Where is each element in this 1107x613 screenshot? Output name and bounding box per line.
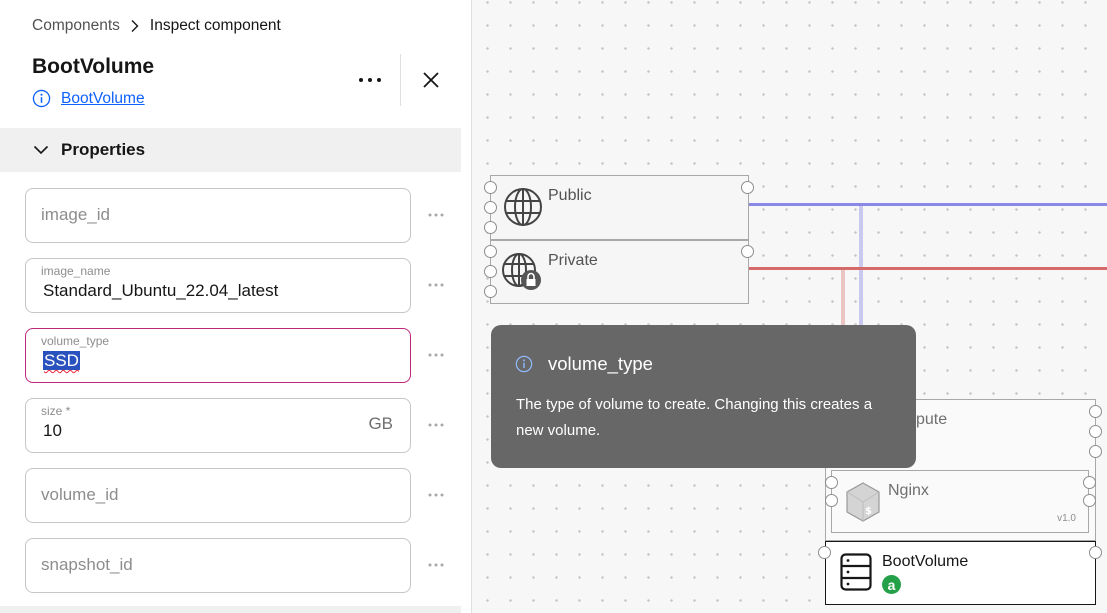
public-network-wire[interactable] xyxy=(748,203,1107,206)
overflow-menu-icon xyxy=(428,423,444,427)
close-button[interactable] xyxy=(414,64,448,96)
compute-node-label: pute xyxy=(916,411,948,428)
node-port[interactable] xyxy=(825,476,838,489)
tooltip-title: volume_type xyxy=(548,353,653,374)
node-port[interactable] xyxy=(484,285,497,298)
image-name-more-button[interactable] xyxy=(424,275,448,295)
server-icon xyxy=(840,553,872,596)
node-port[interactable] xyxy=(741,181,754,194)
size-unit: GB xyxy=(368,414,393,433)
nginx-node[interactable]: $ Nginx v1.0 xyxy=(831,470,1089,533)
volume-id-placeholder: volume_id xyxy=(41,485,119,504)
image-id-placeholder: image_id xyxy=(41,205,110,224)
component-type-link[interactable]: BootVolume xyxy=(61,90,145,108)
properties-section-toggle[interactable]: Properties xyxy=(0,128,461,172)
node-port[interactable] xyxy=(1089,425,1102,438)
overflow-menu-icon xyxy=(428,353,444,357)
svg-text:$: $ xyxy=(865,506,872,517)
node-port[interactable] xyxy=(1083,476,1096,489)
node-port[interactable] xyxy=(484,265,497,278)
public-node-label: Public xyxy=(548,187,592,204)
public-network-drop-wire[interactable] xyxy=(859,206,863,326)
node-port[interactable] xyxy=(484,245,497,258)
next-section-edge xyxy=(0,606,461,613)
overflow-menu-icon xyxy=(428,493,444,497)
volume-type-more-button[interactable] xyxy=(424,345,448,365)
overflow-menu-icon xyxy=(428,563,444,567)
nginx-version-label: v1.0 xyxy=(1057,513,1076,524)
overflow-menu-icon xyxy=(428,283,444,287)
bootvolume-node[interactable]: BootVolume a xyxy=(825,541,1096,605)
header-divider xyxy=(400,54,401,106)
snapshot-id-placeholder: snapshot_id xyxy=(41,555,133,574)
size-value: 10 xyxy=(43,421,62,440)
image-id-field[interactable]: image_id xyxy=(25,188,411,243)
chevron-down-icon xyxy=(33,145,49,155)
node-port[interactable] xyxy=(484,201,497,214)
public-network-node[interactable]: Public xyxy=(490,175,749,240)
tooltip-body: The type of volume to create. Changing t… xyxy=(516,396,873,439)
nginx-icon: $ xyxy=(845,482,881,527)
size-label: size * xyxy=(41,404,71,418)
private-node-label: Private xyxy=(548,252,598,269)
node-port[interactable] xyxy=(1089,405,1102,418)
image-id-more-button[interactable] xyxy=(424,205,448,225)
private-network-wire[interactable] xyxy=(748,267,1107,270)
breadcrumb-current: Inspect component xyxy=(149,17,281,34)
inspector-panel: Components Inspect component BootVolume … xyxy=(0,0,472,613)
private-network-drop-wire[interactable] xyxy=(841,270,845,326)
volume-type-value: SSD xyxy=(43,351,80,370)
field-tooltip: volume_type The type of volume to create… xyxy=(491,325,916,468)
component-type: BootVolume xyxy=(32,89,145,108)
properties-section-label: Properties xyxy=(61,140,146,159)
node-port[interactable] xyxy=(1083,494,1096,507)
node-port[interactable] xyxy=(818,546,831,559)
breadcrumb-components-link[interactable]: Components xyxy=(32,17,120,35)
node-port[interactable] xyxy=(1089,546,1102,559)
nginx-node-label: Nginx xyxy=(888,482,929,499)
private-network-node[interactable]: Private xyxy=(490,240,749,304)
overflow-menu-icon xyxy=(359,78,381,82)
volume-id-field[interactable]: volume_id xyxy=(25,468,411,523)
node-port[interactable] xyxy=(484,181,497,194)
snapshot-id-more-button[interactable] xyxy=(424,555,448,575)
status-badge: a xyxy=(882,575,901,594)
image-name-label: image_name xyxy=(41,264,111,278)
node-port[interactable] xyxy=(741,245,754,258)
volume-type-label: volume_type xyxy=(41,334,110,348)
node-port[interactable] xyxy=(484,221,497,234)
node-port[interactable] xyxy=(825,494,838,507)
chevron-right-icon xyxy=(130,19,140,33)
size-more-button[interactable] xyxy=(424,415,448,435)
volume-id-more-button[interactable] xyxy=(424,485,448,505)
node-port[interactable] xyxy=(1089,445,1102,458)
close-icon xyxy=(423,72,439,88)
volume-type-field[interactable]: volume_type SSD xyxy=(25,328,411,383)
image-name-field[interactable]: image_name Standard_Ubuntu_22.04_latest xyxy=(25,258,411,313)
breadcrumb: Components Inspect component xyxy=(32,17,281,35)
component-title: BootVolume xyxy=(32,55,155,78)
snapshot-id-field[interactable]: snapshot_id xyxy=(25,538,411,593)
overflow-menu-button[interactable] xyxy=(352,64,388,96)
globe-lock-icon xyxy=(501,252,545,297)
overflow-menu-icon xyxy=(428,213,444,217)
size-field[interactable]: size * 10 GB xyxy=(25,398,411,453)
globe-icon xyxy=(503,187,543,232)
info-icon xyxy=(32,89,51,108)
image-name-value: Standard_Ubuntu_22.04_latest xyxy=(43,281,279,300)
bootvolume-node-label: BootVolume xyxy=(882,553,969,570)
info-icon xyxy=(515,355,533,373)
